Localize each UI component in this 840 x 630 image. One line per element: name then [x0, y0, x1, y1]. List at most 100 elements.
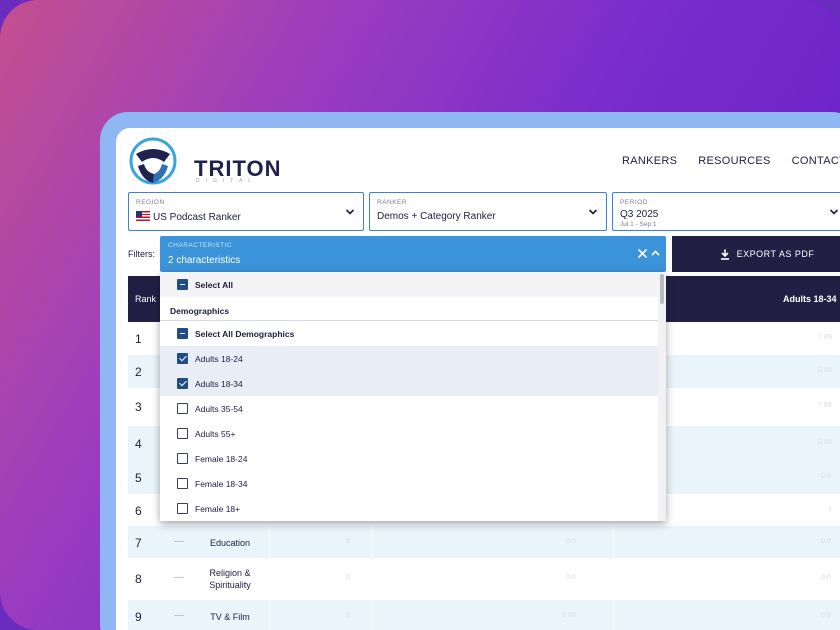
- blurred-value: 0.0: [821, 473, 831, 480]
- app-window: TRITON DIGITAL RANKERS RESOURCES CONTACT…: [116, 128, 840, 630]
- checkbox[interactable]: [177, 378, 188, 389]
- option-label: Adults 55+: [195, 429, 236, 439]
- ranker-label: RANKER: [377, 199, 408, 206]
- region-label: REGION: [136, 199, 165, 206]
- option-female-18-34[interactable]: Female 18-34: [160, 471, 658, 496]
- characteristic-dropdown: Select All Demographics Select All Demog…: [160, 272, 666, 521]
- select-all-option[interactable]: Select All: [160, 272, 658, 297]
- period-value: Q3 2025: [620, 209, 659, 220]
- category-cell: Religion & Spirituality: [209, 568, 251, 590]
- select-all-demographics-checkbox[interactable]: [177, 328, 188, 339]
- option-female-18-plus[interactable]: Female 18+: [160, 496, 658, 521]
- blurred-value: 1: [828, 506, 832, 513]
- characteristic-select[interactable]: CHARACTERISTIC 2 characteristics: [160, 236, 666, 272]
- group-label: Demographics: [170, 306, 230, 316]
- option-female-18-24[interactable]: Female 18-24: [160, 446, 658, 471]
- period-select[interactable]: PERIOD Q3 2025 Jul 1 - Sep 1: [612, 192, 840, 231]
- column-divider: [613, 600, 614, 630]
- trend-dash: —: [174, 572, 184, 583]
- blurred-value: 8: [346, 612, 350, 619]
- category-cell: Education: [209, 538, 251, 548]
- rank-cell: 6: [135, 504, 142, 518]
- dropdown-scrollbar[interactable]: [658, 272, 666, 521]
- us-flag-icon: [136, 211, 150, 221]
- rank-cell: 3: [135, 400, 142, 414]
- rank-cell: 8: [135, 572, 142, 586]
- column-divider: [269, 526, 270, 558]
- select-all-demographics-option[interactable]: Select All Demographics: [160, 321, 658, 346]
- nav-contact-us[interactable]: CONTACT US: [792, 155, 840, 167]
- column-divider: [371, 526, 372, 558]
- option-adults-55-plus[interactable]: Adults 55+: [160, 421, 658, 446]
- export-pdf-button[interactable]: EXPORT AS PDF: [672, 236, 840, 272]
- blurred-value: 0: [346, 574, 350, 581]
- dropdown-scroll-thumb[interactable]: [660, 274, 664, 304]
- checkbox[interactable]: [177, 503, 188, 514]
- option-label: Adults 18-34: [195, 379, 243, 389]
- blurred-value: 0.00: [818, 367, 832, 374]
- rank-cell: 9: [135, 610, 142, 624]
- ranker-value: Demos + Category Ranker: [377, 211, 496, 222]
- option-label: Female 18-24: [195, 454, 248, 464]
- option-label: Female 18-34: [195, 479, 248, 489]
- rank-cell: 4: [135, 437, 142, 451]
- chevron-down-icon: [829, 209, 839, 215]
- nav-resources[interactable]: RESOURCES: [698, 155, 770, 167]
- blurred-value: 7.88: [818, 402, 832, 409]
- chevron-down-icon: [345, 209, 355, 215]
- table-row[interactable]: 8 — Religion & Spirituality 0 0.0 0.0: [128, 558, 840, 600]
- clear-icon[interactable]: [637, 248, 648, 259]
- rank-cell: 7: [135, 536, 142, 550]
- table-row[interactable]: 7 — Education 8 0.0 0.0: [128, 526, 840, 558]
- ranker-select[interactable]: RANKER Demos + Category Ranker: [369, 192, 607, 231]
- triton-logo-icon: [129, 137, 177, 185]
- blurred-value: 0.0: [566, 574, 576, 581]
- characteristic-label: CHARACTERISTIC: [168, 242, 233, 249]
- trend-dash: —: [174, 536, 184, 547]
- chevron-down-icon: [588, 209, 598, 215]
- period-sub: Jul 1 - Sep 1: [620, 221, 657, 228]
- checkbox[interactable]: [177, 353, 188, 364]
- rank-cell: 1: [135, 332, 142, 346]
- blurred-value: 0.00: [562, 612, 576, 619]
- filters-label: Filters:: [128, 249, 155, 259]
- region-select[interactable]: REGION US Podcast Ranker: [128, 192, 364, 231]
- group-header-demographics: Demographics: [160, 300, 658, 320]
- chevron-up-icon[interactable]: [651, 249, 660, 258]
- brand-sub: DIGITAL: [196, 178, 258, 184]
- period-label: PERIOD: [620, 199, 648, 206]
- rank-cell: 2: [135, 365, 142, 379]
- rank-header[interactable]: Rank: [135, 294, 156, 304]
- option-adults-18-34[interactable]: Adults 18-34: [160, 371, 658, 396]
- option-label: Adults 18-24: [195, 354, 243, 364]
- select-all-checkbox[interactable]: [177, 279, 188, 290]
- checkbox[interactable]: [177, 403, 188, 414]
- rank-cell: 5: [135, 471, 142, 485]
- triton-logo[interactable]: TRITON DIGITAL: [128, 136, 280, 186]
- option-adults-18-24[interactable]: Adults 18-24: [160, 346, 658, 371]
- column-divider: [269, 600, 270, 630]
- select-all-demographics-label: Select All Demographics: [195, 329, 295, 339]
- column-divider: [613, 526, 614, 558]
- checkbox[interactable]: [177, 428, 188, 439]
- blurred-value: 8: [346, 538, 350, 545]
- option-adults-35-54[interactable]: Adults 35-54: [160, 396, 658, 421]
- region-value: US Podcast Ranker: [136, 211, 241, 223]
- blurred-value: 0.0: [821, 538, 831, 545]
- top-nav: RANKERS RESOURCES CONTACT US: [622, 155, 840, 167]
- blurred-value: 0.00: [818, 439, 832, 446]
- adults-18-34-header[interactable]: Adults 18-34: [783, 294, 837, 304]
- blurred-value: 0.0: [821, 612, 831, 619]
- checkbox[interactable]: [177, 453, 188, 464]
- select-all-label: Select All: [195, 280, 233, 290]
- nav-rankers[interactable]: RANKERS: [622, 155, 677, 167]
- category-cell: TV & Film: [210, 612, 250, 622]
- download-icon: [720, 249, 729, 260]
- checkbox[interactable]: [177, 478, 188, 489]
- blurred-value: 0.0: [566, 538, 576, 545]
- table-row[interactable]: 9 — TV & Film 8 0.00 0.0: [128, 600, 840, 630]
- column-divider: [371, 600, 372, 630]
- trend-dash: —: [174, 610, 184, 621]
- blurred-value: 0.0: [821, 574, 831, 581]
- blurred-value: 7.85: [818, 334, 832, 341]
